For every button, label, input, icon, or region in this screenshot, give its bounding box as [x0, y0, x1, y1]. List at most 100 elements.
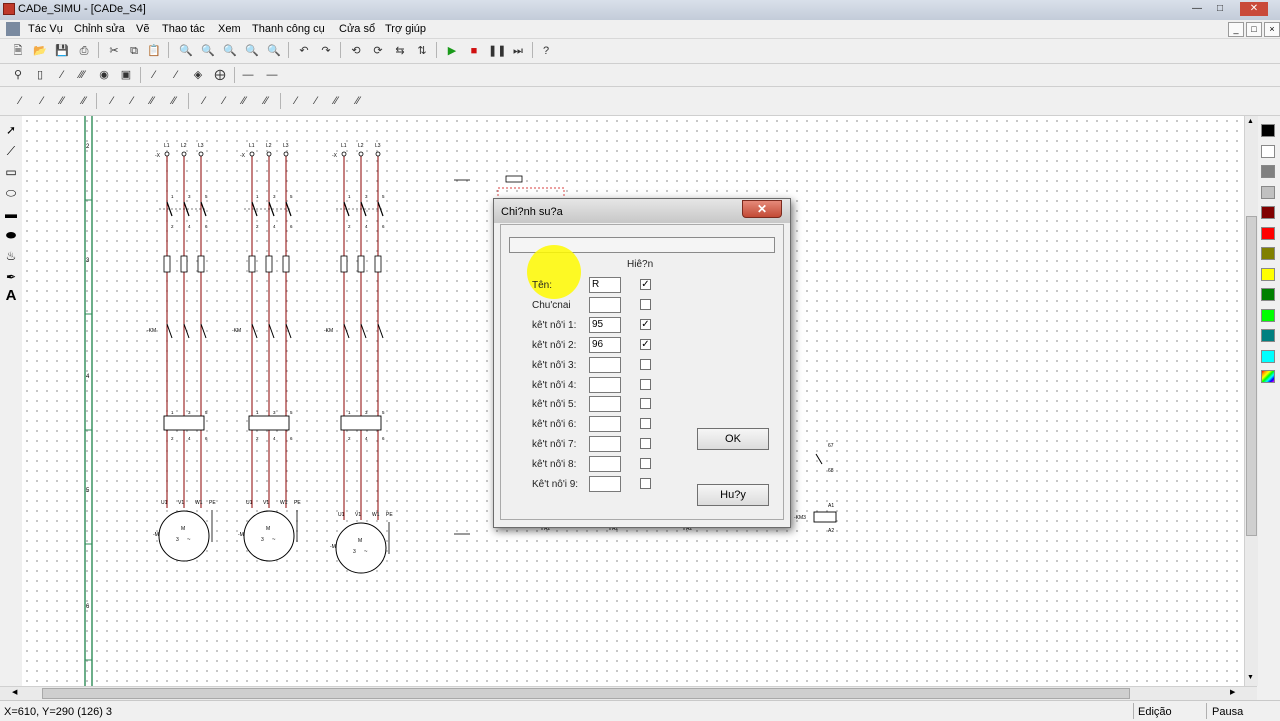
- field-input[interactable]: [589, 296, 621, 313]
- power-source-icon[interactable]: ⚲: [10, 67, 26, 83]
- show-checkbox[interactable]: [640, 438, 651, 450]
- color-swatch[interactable]: [1261, 247, 1275, 260]
- horizontal-scroll-thumb[interactable]: [42, 688, 1130, 699]
- ok-button[interactable]: OK: [697, 428, 769, 450]
- breaker-3p-icon[interactable]: ⁄⁄⁄: [74, 67, 90, 83]
- open-folder-icon[interactable]: 📂: [32, 43, 48, 59]
- step-icon[interactable]: ⏭: [510, 43, 526, 59]
- scroll-right-icon[interactable]: ▶: [1230, 688, 1235, 696]
- filled-rectangle-icon[interactable]: ▬: [3, 206, 19, 222]
- field-input[interactable]: [589, 476, 621, 492]
- field-input[interactable]: [589, 376, 621, 393]
- mdi-restore-icon[interactable]: □: [1246, 22, 1262, 37]
- contact-triple-icon[interactable]: ⁄⁄: [76, 93, 92, 109]
- push-triple-icon[interactable]: ⁄⁄: [166, 93, 182, 109]
- mdi-close-icon[interactable]: ×: [1264, 22, 1280, 37]
- switch-icon[interactable]: ⁄: [54, 67, 70, 83]
- relay-triple-icon[interactable]: ⁄⁄: [350, 93, 366, 109]
- show-checkbox[interactable]: ✓: [640, 318, 651, 330]
- ellipse-icon[interactable]: ⬭: [3, 185, 19, 201]
- relay-nc-icon[interactable]: ⁄: [308, 93, 324, 109]
- relay-double-icon[interactable]: ⁄⁄: [328, 93, 344, 109]
- pause-icon[interactable]: ❚❚: [488, 43, 506, 59]
- color-swatch[interactable]: [1261, 267, 1275, 281]
- redo-icon[interactable]: ↷: [318, 43, 334, 59]
- undo-icon[interactable]: ↶: [296, 43, 312, 59]
- show-checkbox[interactable]: [640, 298, 651, 310]
- menu-chinh-sua[interactable]: Chỉnh sửa: [74, 23, 125, 35]
- dialog-close-icon[interactable]: ✕: [742, 200, 782, 218]
- select-arrow-icon[interactable]: ➚: [3, 122, 19, 138]
- sensor-icon[interactable]: ◈: [190, 67, 206, 83]
- rotate-right-icon[interactable]: ⟳: [370, 43, 386, 59]
- new-file-icon[interactable]: 🗎: [10, 43, 26, 59]
- menu-cua-so[interactable]: Cửa sổ: [339, 23, 375, 35]
- timer-triple-icon[interactable]: ⁄⁄: [258, 93, 274, 109]
- mirror-v-icon[interactable]: ⇅: [414, 43, 430, 59]
- zoom-out-icon[interactable]: 🔍: [200, 43, 216, 59]
- fuse-icon[interactable]: ▯: [32, 67, 48, 83]
- field-input[interactable]: [589, 356, 621, 373]
- draw-line-icon[interactable]: ⟋: [3, 143, 19, 159]
- zoom-window-icon[interactable]: 🔍: [244, 43, 260, 59]
- field-input[interactable]: [589, 436, 621, 453]
- horizontal-scrollbar[interactable]: ◀ ▶: [0, 686, 1257, 700]
- push-double-icon[interactable]: ⁄⁄: [144, 93, 160, 109]
- show-checkbox[interactable]: ✓: [640, 338, 651, 350]
- junction-icon[interactable]: ⨁: [212, 67, 228, 83]
- close-icon[interactable]: ✕: [1240, 2, 1268, 16]
- minimize-icon[interactable]: —: [1186, 2, 1208, 16]
- color-swatch[interactable]: [1261, 288, 1275, 301]
- push-nc-icon[interactable]: ⁄: [124, 93, 140, 109]
- field-input[interactable]: [589, 416, 621, 433]
- vertical-scroll-thumb[interactable]: [1246, 216, 1257, 536]
- color-swatch[interactable]: [1261, 144, 1275, 158]
- nc-contact-icon[interactable]: ⁄: [168, 67, 184, 83]
- color-swatch[interactable]: [1261, 165, 1275, 178]
- mirror-h-icon[interactable]: ⇆: [392, 43, 408, 59]
- field-input[interactable]: R: [589, 277, 621, 293]
- menu-thao-tac[interactable]: Thao tác: [162, 23, 205, 35]
- color-swatch[interactable]: [1261, 308, 1275, 322]
- text-tool-icon[interactable]: A: [3, 288, 19, 304]
- mdi-minimize-icon[interactable]: _: [1228, 22, 1244, 37]
- scroll-left-icon[interactable]: ◀: [12, 688, 17, 696]
- show-checkbox[interactable]: [640, 478, 651, 489]
- zoom-prev-icon[interactable]: 🔍: [266, 43, 282, 59]
- wire-icon[interactable]: —: [240, 67, 256, 83]
- show-checkbox[interactable]: [640, 378, 651, 390]
- show-checkbox[interactable]: [640, 358, 651, 370]
- play-icon[interactable]: ▶: [444, 43, 460, 59]
- contact-no-icon[interactable]: ⁄: [12, 93, 28, 109]
- filled-ellipse-icon[interactable]: ⬬: [3, 227, 19, 243]
- show-checkbox[interactable]: [640, 398, 651, 410]
- contact-double-icon[interactable]: ⁄⁄: [54, 93, 70, 109]
- custom-color-icon[interactable]: [1261, 370, 1275, 383]
- show-checkbox[interactable]: [640, 418, 651, 430]
- field-input[interactable]: 95: [589, 316, 621, 333]
- cancel-button[interactable]: Hu?y: [697, 484, 769, 506]
- scroll-up-icon[interactable]: ▲: [1247, 118, 1254, 125]
- scroll-down-icon[interactable]: ▼: [1247, 674, 1254, 681]
- paste-icon[interactable]: 📋: [146, 43, 162, 59]
- menu-xem[interactable]: Xem: [218, 23, 241, 35]
- motor-icon[interactable]: ◉: [96, 67, 112, 83]
- document-icon[interactable]: [6, 22, 20, 36]
- push-no-icon[interactable]: ⁄: [104, 93, 120, 109]
- show-checkbox[interactable]: ✓: [640, 279, 651, 290]
- timer-no-icon[interactable]: ⁄: [196, 93, 212, 109]
- dialog-title-bar[interactable]: Chi?nh su?a ✕: [494, 199, 790, 223]
- color-swatch[interactable]: [1261, 185, 1275, 199]
- zoom-fit-icon[interactable]: 🔍: [222, 43, 238, 59]
- rectangle-icon[interactable]: ▭: [3, 164, 19, 180]
- line-icon[interactable]: —: [264, 67, 280, 83]
- field-input[interactable]: [589, 456, 621, 473]
- zoom-in-icon[interactable]: 🔍: [178, 43, 194, 59]
- menu-ve[interactable]: Vẽ: [136, 23, 149, 35]
- help-icon[interactable]: ?: [538, 43, 554, 59]
- color-swatch[interactable]: [1261, 226, 1275, 240]
- vertical-scrollbar[interactable]: ▲ ▼: [1244, 116, 1258, 686]
- stop-icon[interactable]: ■: [466, 43, 482, 59]
- rotate-left-icon[interactable]: ⟲: [348, 43, 364, 59]
- cut-icon[interactable]: ✂: [106, 43, 122, 59]
